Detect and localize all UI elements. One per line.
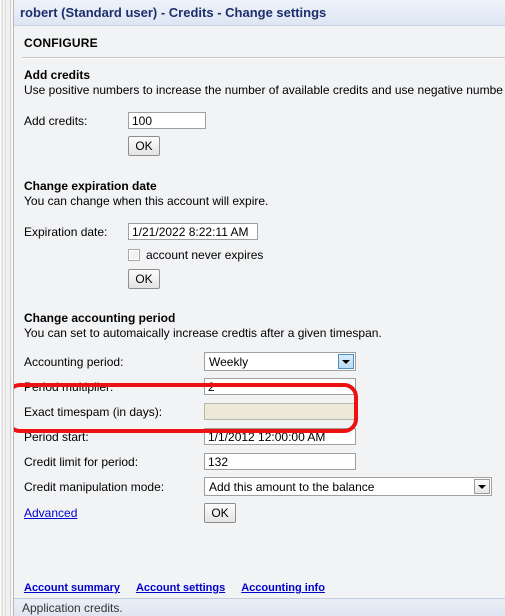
- accounting-period-value: Weekly: [209, 354, 249, 369]
- checkbox-box-icon: [128, 249, 140, 261]
- accounting-period-row: Accounting period: Weekly: [24, 349, 505, 374]
- never-expires-row: account never expires: [24, 244, 505, 266]
- add-credits-ok-button[interactable]: OK: [128, 136, 160, 156]
- exact-timespan-label: Exact timespam (in days):: [24, 404, 163, 419]
- application-window: robert (Standard user) - Credits - Chang…: [0, 0, 505, 616]
- link-accounting-info[interactable]: Accounting info: [241, 582, 325, 594]
- chevron-down-icon[interactable]: [338, 354, 354, 369]
- configure-divider: [22, 57, 505, 59]
- exact-timespan-input: [204, 403, 356, 420]
- chevron-down-icon[interactable]: [474, 479, 490, 494]
- expiration-description: You can change when this account will ex…: [24, 194, 269, 208]
- accounting-title: Change accounting period: [24, 311, 176, 325]
- add-credits-ok-row: OK: [24, 133, 505, 159]
- accounting-description: You can set to automaically increase cre…: [24, 326, 382, 340]
- add-credits-title: Add credits: [24, 68, 91, 82]
- account-never-expires-checkbox[interactable]: account never expires: [128, 248, 263, 262]
- link-account-settings[interactable]: Account settings: [136, 582, 225, 594]
- exact-timespan-row: Exact timespam (in days):: [24, 399, 505, 424]
- expiration-ok-row: OK: [24, 266, 505, 292]
- credit-mode-value: Add this amount to the balance: [209, 479, 375, 494]
- credit-mode-label: Credit manipulation mode:: [24, 479, 165, 494]
- add-credits-description: Use positive numbers to increase the num…: [24, 83, 503, 97]
- accounting-ok-button[interactable]: OK: [204, 503, 236, 523]
- expiration-title: Change expiration date: [24, 179, 157, 193]
- credit-mode-row: Credit manipulation mode: Add this amoun…: [24, 474, 505, 499]
- footer-links: Account summary Account settings Account…: [24, 582, 325, 594]
- credit-mode-select[interactable]: Add this amount to the balance: [204, 477, 492, 496]
- add-credits-row: Add credits:: [24, 108, 505, 133]
- advanced-ok-row: Advanced OK: [24, 499, 505, 527]
- advanced-link[interactable]: Advanced: [24, 506, 77, 520]
- period-start-label: Period start:: [24, 429, 89, 444]
- add-credits-label: Add credits:: [24, 113, 88, 128]
- accounting-period-select[interactable]: Weekly: [204, 352, 356, 371]
- configure-heading: CONFIGURE: [24, 36, 98, 50]
- credit-limit-label: Credit limit for period:: [24, 454, 139, 469]
- period-multiplier-input[interactable]: [204, 378, 356, 395]
- expiration-date-label: Expiration date:: [24, 224, 108, 239]
- period-start-input[interactable]: [204, 428, 356, 445]
- credit-limit-row: Credit limit for period:: [24, 449, 505, 474]
- window-left-edge: [0, 0, 14, 616]
- title-bar: robert (Standard user) - Credits - Chang…: [14, 0, 505, 26]
- period-multiplier-row: Period multiplier:: [24, 374, 505, 399]
- link-account-summary[interactable]: Account summary: [24, 582, 120, 594]
- expiration-date-input[interactable]: [128, 223, 258, 240]
- page-title: robert (Standard user) - Credits - Chang…: [20, 5, 327, 20]
- period-start-row: Period start:: [24, 424, 505, 449]
- credit-limit-input[interactable]: [204, 453, 356, 470]
- window-content: robert (Standard user) - Credits - Chang…: [14, 0, 505, 616]
- period-multiplier-label: Period multiplier:: [24, 379, 114, 394]
- status-text: Application credits.: [22, 600, 123, 615]
- expiration-ok-button[interactable]: OK: [128, 269, 160, 289]
- accounting-period-label: Accounting period:: [24, 354, 124, 369]
- account-never-expires-label: account never expires: [146, 248, 264, 262]
- expiration-date-row: Expiration date:: [24, 219, 505, 244]
- settings-panel: CONFIGURE Add credits Use positive numbe…: [14, 26, 505, 616]
- add-credits-input[interactable]: [128, 112, 206, 129]
- status-bar: Application credits.: [14, 598, 505, 616]
